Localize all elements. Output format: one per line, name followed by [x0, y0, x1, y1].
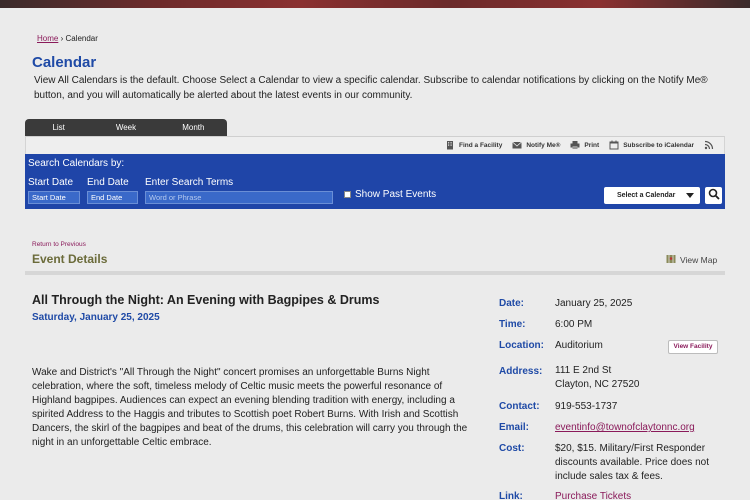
print-label: Print [584, 142, 600, 149]
search-terms-input[interactable] [145, 191, 333, 204]
location-label: Location: [499, 340, 544, 351]
link-label: Link: [499, 491, 523, 500]
view-map-label: View Map [680, 255, 718, 265]
date-label: Date: [499, 298, 525, 309]
breadcrumb-home-link[interactable]: Home [37, 34, 58, 43]
notify-me-button[interactable]: Notify Me® [512, 140, 560, 152]
address-value: 111 E 2nd St Clayton, NC 27520 [555, 364, 725, 392]
breadcrumb-current: Calendar [65, 34, 98, 43]
email-value: eventinfo@townofclaytonnc.org [555, 421, 725, 435]
address-line2: Clayton, NC 27520 [555, 379, 640, 390]
event-date: Saturday, January 25, 2025 [32, 312, 160, 323]
email-link[interactable]: eventinfo@townofclaytonnc.org [555, 422, 695, 433]
tab-month[interactable]: Month [160, 119, 227, 136]
tab-week[interactable]: Week [92, 119, 159, 136]
link-value: Purchase Tickets [555, 490, 725, 500]
cost-value: $20, $15. Military/First Responder disco… [555, 443, 709, 482]
event-details-heading: Event Details [32, 252, 108, 266]
address-line1: 111 E 2nd St [555, 365, 612, 376]
search-icon [708, 187, 720, 205]
view-map-link[interactable]: View Map [666, 254, 717, 266]
building-icon [445, 140, 455, 152]
time-value: 6:00 PM [555, 319, 593, 330]
event-title: All Through the Night: An Evening with B… [32, 293, 380, 307]
section-divider [25, 271, 725, 275]
calendar-toolbar: Find a Facility Notify Me® Print Subscri… [25, 136, 725, 154]
return-to-previous-link[interactable]: Return to Previous [32, 241, 86, 248]
show-past-events-toggle[interactable]: Show Past Events [344, 189, 436, 200]
search-terms-label: Enter Search Terms [145, 177, 234, 188]
contact-label: Contact: [499, 401, 540, 412]
contact-value: 919-553-1737 [555, 401, 618, 412]
show-past-events-label: Show Past Events [355, 189, 437, 200]
page-intro: View All Calendars is the default. Choos… [34, 75, 708, 101]
calendar-icon [609, 140, 619, 152]
notify-me-label: Notify Me® [526, 142, 561, 149]
header-banner-image [0, 0, 750, 8]
end-date-input[interactable] [87, 191, 138, 204]
find-facility-label: Find a Facility [459, 142, 503, 149]
start-date-label: Start Date [28, 177, 74, 188]
search-calendars-panel: Search Calendars by: Start Date End Date… [25, 154, 725, 209]
breadcrumb: Home › Calendar [37, 34, 98, 43]
rss-feed-button[interactable] [704, 140, 714, 152]
time-label: Time: [499, 319, 526, 330]
search-panel-title: Search Calendars by: [28, 158, 125, 169]
show-past-events-checkbox[interactable] [344, 191, 351, 198]
envelope-icon [512, 140, 523, 152]
event-description: Wake and District's "All Through the Nig… [32, 367, 468, 448]
view-tabs: List Week Month [25, 119, 227, 136]
print-button[interactable]: Print [570, 140, 599, 152]
email-label: Email: [499, 422, 530, 433]
purchase-tickets-link[interactable]: Purchase Tickets [555, 491, 631, 500]
subscribe-icalendar-button[interactable]: Subscribe to iCalendar [609, 140, 694, 152]
address-label: Address: [499, 366, 543, 377]
date-value: January 25, 2025 [555, 298, 633, 309]
end-date-label: End Date [87, 177, 129, 188]
find-facility-button[interactable]: Find a Facility [445, 140, 502, 152]
tab-list[interactable]: List [25, 119, 92, 136]
cost-label: Cost: [499, 443, 525, 454]
chevron-down-icon [686, 193, 694, 198]
search-button[interactable] [705, 187, 722, 204]
start-date-input[interactable] [28, 191, 80, 204]
select-calendar-dropdown[interactable]: Select a Calendar [604, 187, 700, 204]
subscribe-label: Subscribe to iCalendar [623, 142, 694, 149]
map-icon [666, 254, 676, 266]
select-calendar-label: Select a Calendar [617, 192, 676, 199]
page-title: Calendar [32, 54, 97, 71]
view-facility-button[interactable]: View Facility [668, 340, 718, 354]
printer-icon [570, 140, 580, 152]
rss-icon [704, 140, 714, 152]
